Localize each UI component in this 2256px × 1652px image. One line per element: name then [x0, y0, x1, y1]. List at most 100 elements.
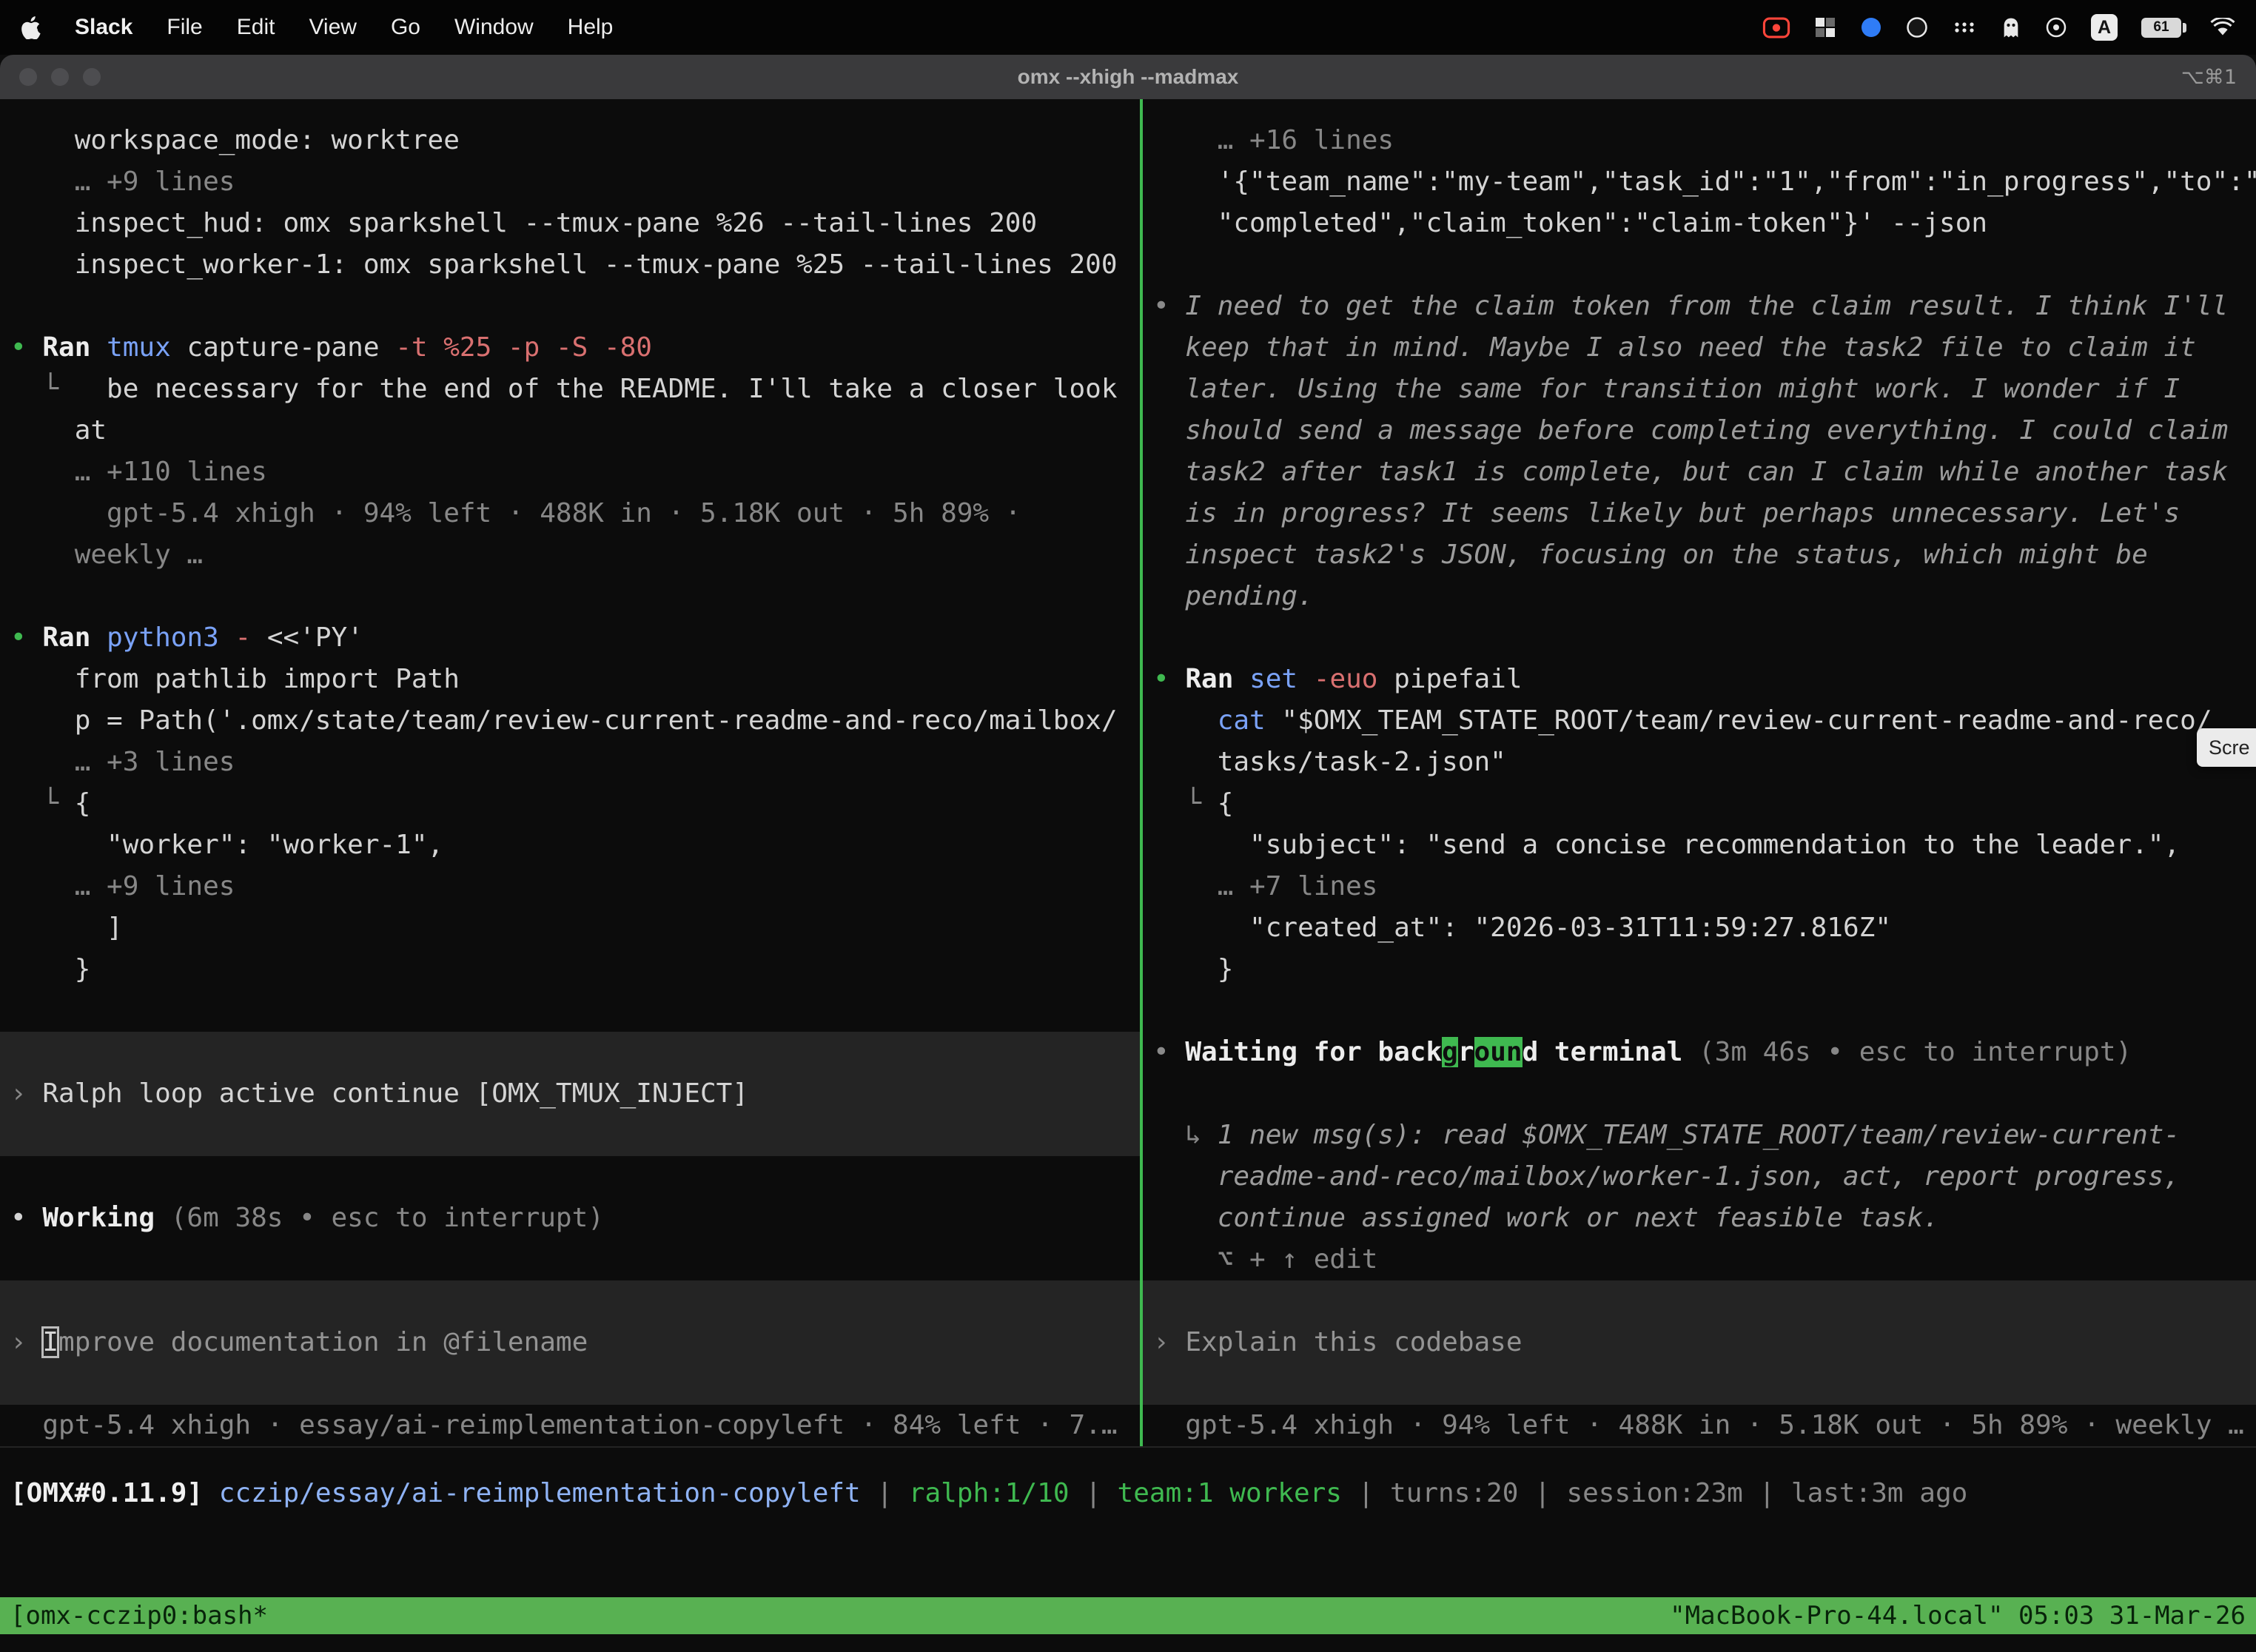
- terminal-line: inspect_worker-1: omx sparkshell --tmux-…: [0, 244, 1140, 286]
- terminal-line: … +3 lines: [0, 742, 1140, 783]
- terminal-line: gpt-5.4 xhigh · essay/ai-reimplementatio…: [0, 1405, 1140, 1446]
- wifi-icon[interactable]: [2210, 18, 2235, 38]
- tmux-session-label: [omx-cczip0:bash*: [10, 1597, 268, 1634]
- terminal-line: › Explain this codebase: [1143, 1322, 2256, 1363]
- terminal-line: [0, 1280, 1140, 1322]
- terminal-line: [1143, 1280, 2256, 1322]
- terminal-line: readme-and-reco/mailbox/worker-1.json, a…: [1143, 1156, 2256, 1198]
- tooltip-text: Scre: [2209, 736, 2250, 759]
- menu-bar-status-icons: A 61: [1762, 14, 2235, 41]
- terminal-line: … +9 lines: [0, 866, 1140, 907]
- terminal-line: at: [0, 410, 1140, 451]
- terminal-line: [0, 576, 1140, 617]
- zoom-button[interactable]: [83, 68, 101, 86]
- blue-app-icon[interactable]: [1860, 16, 1882, 38]
- close-button[interactable]: [19, 68, 37, 86]
- terminal-line: [0, 990, 1140, 1032]
- composer-input[interactable]: › Explain this codebase: [1143, 1280, 2256, 1405]
- terminal-line: gpt-5.4 xhigh · 94% left · 488K in · 5.1…: [1143, 1405, 2256, 1446]
- terminal-line: [0, 1363, 1140, 1405]
- menu-go[interactable]: Go: [391, 15, 420, 40]
- screen-recording-icon[interactable]: [1762, 17, 1790, 38]
- terminal-pane-right[interactable]: … +16 lines '{"team_name":"my-team","tas…: [1143, 99, 2256, 1446]
- omx-status-line: [OMX#0.11.9] cczip/essay/ai-reimplementa…: [0, 1446, 2256, 1528]
- menu-help[interactable]: Help: [568, 15, 614, 40]
- terminal-line: [0, 1115, 1140, 1156]
- terminal-line: is in progress? It seems likely but perh…: [1143, 493, 2256, 534]
- minimize-button[interactable]: [51, 68, 69, 86]
- terminal-line: }: [1143, 949, 2256, 990]
- terminal-line: [0, 1156, 1140, 1198]
- terminal-line: weekly …: [0, 534, 1140, 576]
- terminal-line: later. Using the same for transition mig…: [1143, 369, 2256, 410]
- window-title: omx --xhigh --madmax: [0, 65, 2256, 89]
- menu-window[interactable]: Window: [454, 15, 534, 40]
- terminal-line: tasks/task-2.json": [1143, 742, 2256, 783]
- terminal-line: • Working (6m 38s • esc to interrupt): [0, 1198, 1140, 1239]
- terminal-line: [0, 1239, 1140, 1280]
- terminal-line: gpt-5.4 xhigh · 94% left · 488K in · 5.1…: [0, 493, 1140, 534]
- terminal-line: "worker": "worker-1",: [0, 825, 1140, 866]
- tmux-host-time-label: "MacBook-Pro-44.local" 05:03 31-Mar-26: [1670, 1597, 2246, 1634]
- terminal-line: [1143, 1073, 2256, 1115]
- terminal-line: p = Path('.omx/state/team/review-current…: [0, 700, 1140, 742]
- terminal-line: • Waiting for background terminal (3m 46…: [1143, 1032, 2256, 1073]
- menu-file[interactable]: File: [167, 15, 202, 40]
- terminal-line: "completed","claim_token":"claim-token"}…: [1143, 203, 2256, 244]
- composer-input[interactable]: › Improve documentation in @filename: [0, 1280, 1140, 1405]
- terminal-line: [0, 286, 1140, 327]
- terminal-line: }: [0, 949, 1140, 990]
- terminal-line: [1143, 617, 2256, 659]
- terminal-line: keep that in mind. Maybe I also need the…: [1143, 327, 2256, 369]
- terminal-line: should send a message before completing …: [1143, 410, 2256, 451]
- ghost-app-icon[interactable]: [2001, 16, 2021, 39]
- terminal-line: [1143, 1363, 2256, 1405]
- terminal-line: [1143, 990, 2256, 1032]
- terminal-line: "subject": "send a concise recommendatio…: [1143, 825, 2256, 866]
- circle-badge-icon[interactable]: [2045, 16, 2067, 38]
- apple-menu-icon[interactable]: [21, 16, 41, 39]
- traffic-lights: [19, 68, 101, 86]
- terminal-line: └ {: [1143, 783, 2256, 825]
- terminal-line: • Ran python3 - <<'PY': [0, 617, 1140, 659]
- terminal-line: inspect_hud: omx sparkshell --tmux-pane …: [0, 203, 1140, 244]
- terminal-line: task2 after task1 is complete, but can I…: [1143, 451, 2256, 493]
- keyboard-grid-icon[interactable]: [1814, 16, 1836, 38]
- terminal-line: continue assigned work or next feasible …: [1143, 1198, 2256, 1239]
- menu-bar-left: Slack File Edit View Go Window Help: [21, 15, 613, 40]
- terminal-line: … +110 lines: [0, 451, 1140, 493]
- terminal-line: … +9 lines: [0, 161, 1140, 203]
- terminal-line: ↳ 1 new msg(s): read $OMX_TEAM_STATE_ROO…: [1143, 1115, 2256, 1156]
- terminal-line: › Ralph loop active continue [OMX_TMUX_I…: [0, 1073, 1140, 1115]
- input-source-icon[interactable]: A: [2091, 14, 2118, 41]
- terminal-line: [0, 1032, 1140, 1073]
- composer-input[interactable]: › Ralph loop active continue [OMX_TMUX_I…: [0, 1032, 1140, 1156]
- terminal-line: └ {: [0, 783, 1140, 825]
- terminal-line: pending.: [1143, 576, 2256, 617]
- terminal-line: ⌥ + ↑ edit: [1143, 1239, 2256, 1280]
- terminal-line: • Ran tmux capture-pane -t %25 -p -S -80: [0, 327, 1140, 369]
- battery-percent: 61: [2153, 19, 2169, 36]
- window-title-bar: omx --xhigh --madmax ⌥⌘1: [0, 55, 2256, 99]
- terminal-line: … +7 lines: [1143, 866, 2256, 907]
- terminal-line: cat "$OMX_TEAM_STATE_ROOT/team/review-cu…: [1143, 700, 2256, 742]
- terminal-line: └ be necessary for the end of the README…: [0, 369, 1140, 410]
- menu-edit[interactable]: Edit: [237, 15, 275, 40]
- battery-icon[interactable]: 61: [2141, 18, 2186, 38]
- terminal-line: inspect task2's JSON, focusing on the st…: [1143, 534, 2256, 576]
- dark-app-icon[interactable]: [1906, 16, 1928, 38]
- active-app-name[interactable]: Slack: [75, 15, 132, 40]
- terminal-line: • I need to get the claim token from the…: [1143, 286, 2256, 327]
- terminal-line: '{"team_name":"my-team","task_id":"1","f…: [1143, 161, 2256, 203]
- terminal-pane-left[interactable]: workspace_mode: worktree … +9 lines insp…: [0, 99, 1140, 1446]
- window-shortcut-badge: ⌥⌘1: [2181, 66, 2237, 89]
- screen-sharing-tooltip: Scre: [2197, 728, 2256, 767]
- dots-grid-icon[interactable]: [1952, 19, 1977, 36]
- terminal-line: ]: [0, 907, 1140, 949]
- status-line: [OMX#0.11.9] cczip/essay/ai-reimplementa…: [0, 1473, 2256, 1514]
- menu-view[interactable]: View: [309, 15, 356, 40]
- terminal-line: • Ran set -euo pipefail: [1143, 659, 2256, 700]
- terminal-line: from pathlib import Path: [0, 659, 1140, 700]
- terminal-line: [1143, 244, 2256, 286]
- menu-bar: Slack File Edit View Go Window Help: [0, 0, 2256, 55]
